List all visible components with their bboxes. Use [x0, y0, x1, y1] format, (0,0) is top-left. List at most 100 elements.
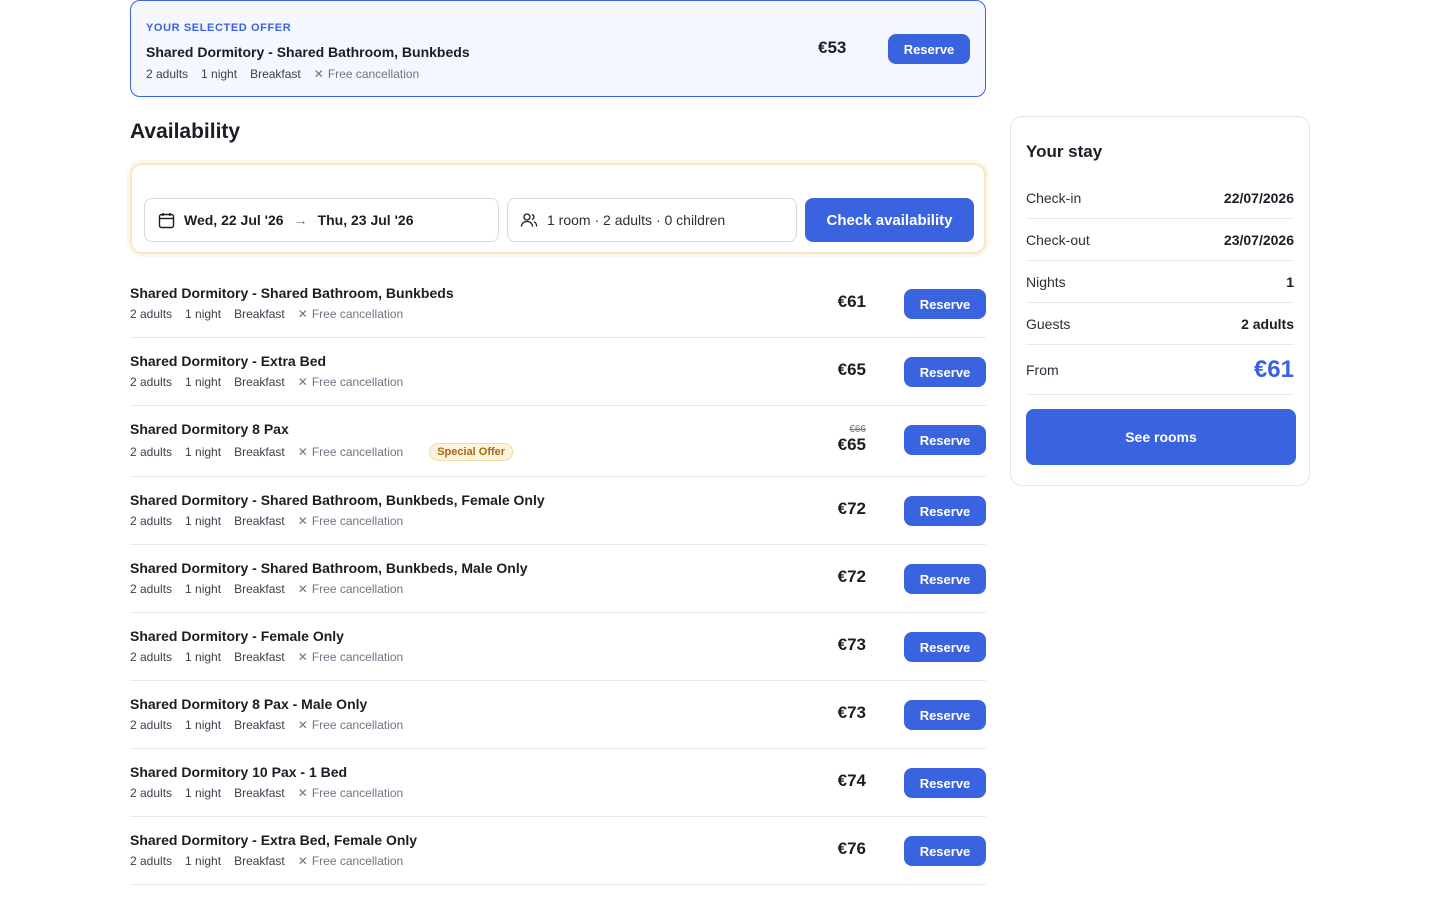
x-icon: ✕ [297, 514, 308, 528]
reserve-button[interactable]: Reserve [904, 289, 986, 319]
room-name: Shared Dormitory - Shared Bathroom, Bunk… [130, 285, 454, 301]
room-meta: 2 adults 1 night Breakfast ✕ Free cancellati… [130, 375, 429, 389]
room-price: €72 [837, 567, 866, 586]
adults-count: 2 adults [146, 67, 189, 81]
check-availability-button[interactable]: Check availability [805, 198, 974, 242]
cancellation-text: Free cancellation [311, 582, 404, 596]
guests-row: Guests 2 adults [1026, 303, 1294, 345]
adults-count: 2 adults [130, 375, 173, 389]
room-row: Shared Dormitory - Extra Bed, Female Onl… [130, 817, 986, 885]
x-icon: ✕ [297, 307, 308, 321]
board-type: Breakfast [234, 718, 285, 732]
selected-offer-meta: 2 adults 1 night Breakfast ✕ Free cancell… [146, 67, 970, 81]
checkin-label: Check-in [1026, 189, 1082, 206]
room-price: €66 €65 [838, 424, 866, 455]
reserve-button[interactable]: Reserve [904, 632, 986, 662]
date-to: Thu, 23 Jul '26 [317, 212, 414, 228]
nights-label: Nights [1026, 273, 1066, 290]
board-type: Breakfast [234, 582, 285, 596]
x-icon: ✕ [297, 718, 308, 732]
checkout-value: 23/07/2026 [1223, 231, 1294, 248]
guests-label: Guests [1026, 315, 1071, 332]
board-type: Breakfast [234, 650, 285, 664]
reserve-button[interactable]: Reserve [904, 564, 986, 594]
cancellation-policy: ✕ Free cancellation [298, 582, 416, 596]
room-name: Shared Dormitory - Extra Bed, Female Onl… [130, 832, 418, 848]
reserve-button[interactable]: Reserve [904, 836, 986, 866]
checkout-row: Check-out 23/07/2026 [1026, 219, 1294, 261]
cancellation-text: Free cancellation [311, 786, 404, 800]
nights-count: 1 night [185, 307, 222, 321]
adults-count: 2 adults [130, 650, 173, 664]
cancellation-policy: ✕ Free cancellation [298, 786, 416, 800]
room-meta: 2 adults 1 night Breakfast ✕ Free cancellati… [130, 786, 429, 800]
room-price: €73 [837, 635, 866, 654]
your-stay-card: Your stay Check-in 22/07/2026 Check-out … [1010, 116, 1310, 486]
adults-count: 2 adults [130, 307, 173, 321]
adults-count: 2 adults [130, 514, 173, 528]
nights-count: 1 night [185, 650, 222, 664]
cancellation-text: Free cancellation [311, 375, 404, 389]
cancellation-text: Free cancellation [311, 445, 404, 459]
cancellation-policy: ✕ Free cancellation [298, 718, 416, 732]
cancellation-text: Free cancellation [311, 307, 404, 321]
room-name: Shared Dormitory - Shared Bathroom, Bunk… [130, 560, 528, 576]
reserve-button[interactable]: Reserve [904, 357, 986, 387]
checkin-row: Check-in 22/07/2026 [1026, 177, 1294, 219]
reserve-button[interactable]: Reserve [904, 496, 986, 526]
x-icon: ✕ [297, 854, 308, 868]
reserve-button[interactable]: Reserve [904, 768, 986, 798]
see-rooms-button[interactable]: See rooms [1026, 409, 1296, 465]
adults-count: 2 adults [130, 786, 173, 800]
room-row: Shared Dormitory - Shared Bathroom, Bunk… [130, 545, 986, 613]
selected-offer-reserve-button[interactable]: Reserve [888, 34, 970, 64]
room-price: €65 [837, 360, 866, 379]
room-name: Shared Dormitory - Female Only [130, 628, 344, 644]
room-price: €74 [837, 771, 866, 790]
cancellation-text: Free cancellation [327, 67, 420, 81]
availability-heading: Availability [130, 120, 241, 143]
room-row: Shared Dormitory 10 Pax - 1 Bed 2 adults 1… [130, 749, 986, 817]
cancellation-text: Free cancellation [311, 514, 404, 528]
room-row: Shared Dormitory 8 Pax 2 adults 1 night Bre… [130, 406, 986, 477]
room-list: Shared Dormitory - Shared Bathroom, Bunk… [130, 270, 986, 885]
date-range-picker[interactable]: Wed, 22 Jul '26 → Thu, 23 Jul '26 [144, 198, 499, 242]
board-type: Breakfast [234, 854, 285, 868]
users-icon [520, 212, 538, 228]
x-icon: ✕ [297, 650, 308, 664]
reserve-button[interactable]: Reserve [904, 700, 986, 730]
room-meta: 2 adults 1 night Breakfast ✕ Free cancellati… [130, 307, 429, 321]
x-icon: ✕ [297, 582, 308, 596]
nights-count: 1 night [201, 67, 238, 81]
date-from: Wed, 22 Jul '26 [184, 212, 284, 228]
board-type: Breakfast [234, 307, 285, 321]
from-label: From [1026, 361, 1059, 378]
stay-title: Your stay [1026, 142, 1103, 161]
from-price-row: From €61 [1026, 345, 1294, 395]
cancellation-policy: ✕ Free cancellation [298, 854, 416, 868]
availability-search-box: Wed, 22 Jul '26 → Thu, 23 Jul '26 1 room… [130, 163, 986, 254]
adults-count: 2 adults [130, 854, 173, 868]
adults-count: 2 adults [130, 718, 173, 732]
guests-selector[interactable]: 1 room · 2 adults · 0 children [507, 198, 797, 242]
cancellation-text: Free cancellation [311, 718, 404, 732]
room-price: €72 [837, 499, 866, 518]
x-icon: ✕ [297, 445, 308, 459]
x-icon: ✕ [297, 786, 308, 800]
checkout-label: Check-out [1026, 231, 1090, 248]
nights-count: 1 night [185, 718, 222, 732]
nights-count: 1 night [185, 786, 222, 800]
cancellation-policy: ✕ Free cancellation [298, 445, 416, 459]
room-name: Shared Dormitory 8 Pax [130, 421, 289, 437]
room-meta: 2 adults 1 night Breakfast ✕ Free cancellati… [130, 718, 429, 732]
board-type: Breakfast [234, 786, 285, 800]
nights-row: Nights 1 [1026, 261, 1294, 303]
guests-value: 2 adults [1241, 315, 1294, 332]
room-meta: 2 adults 1 night Breakfast ✕ Free cancellati… [130, 443, 526, 461]
room-row: Shared Dormitory 8 Pax - Male Only 2 adul… [130, 681, 986, 749]
adults-count: 2 adults [130, 582, 173, 596]
reserve-button[interactable]: Reserve [904, 425, 986, 455]
cancellation-policy: ✕ Free cancellation [298, 514, 416, 528]
nights-count: 1 night [185, 514, 222, 528]
guests-summary: 1 room · 2 adults · 0 children [547, 212, 726, 228]
